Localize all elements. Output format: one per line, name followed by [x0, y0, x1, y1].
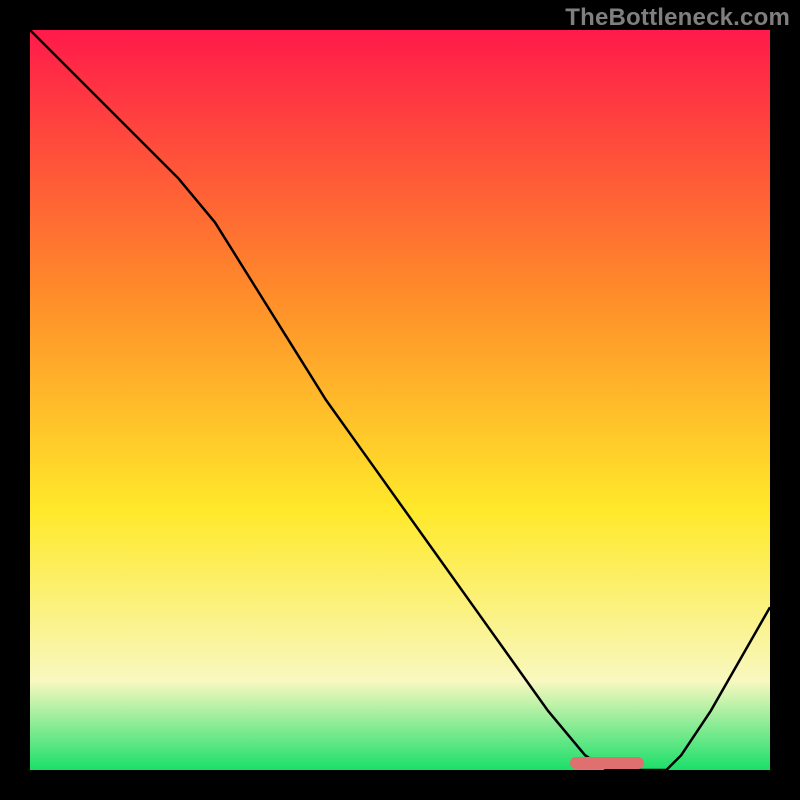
- frame-bottom: [30, 770, 770, 800]
- bottleneck-curve: [30, 30, 770, 770]
- watermark-text: TheBottleneck.com: [565, 4, 790, 32]
- frame-left: [0, 30, 30, 800]
- optimal-marker: [570, 757, 644, 769]
- curve-path: [30, 30, 770, 770]
- chart-plot-area: [30, 30, 770, 770]
- chart-stage: TheBottleneck.com: [0, 0, 800, 800]
